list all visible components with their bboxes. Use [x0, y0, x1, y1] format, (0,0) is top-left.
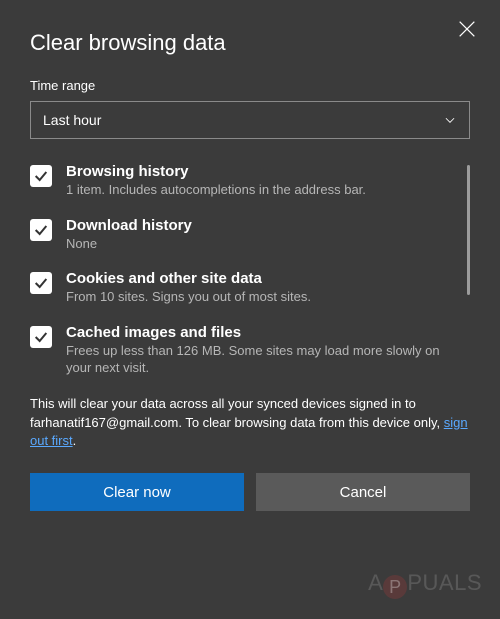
- option-desc: 1 item. Includes autocompletions in the …: [66, 181, 452, 199]
- time-range-value: Last hour: [43, 112, 101, 128]
- option-desc: Frees up less than 126 MB. Some sites ma…: [66, 342, 452, 377]
- checkbox-cached[interactable]: [30, 326, 52, 348]
- notice-text-2: .: [73, 433, 77, 448]
- checkbox-browsing-history[interactable]: [30, 165, 52, 187]
- checkmark-icon: [33, 329, 49, 345]
- time-range-select[interactable]: Last hour: [30, 101, 470, 139]
- option-cookies: Cookies and other site data From 10 site…: [30, 270, 452, 306]
- watermark-dot: P: [383, 575, 407, 599]
- checkmark-icon: [33, 275, 49, 291]
- clear-browsing-data-dialog: Clear browsing data Time range Last hour…: [0, 0, 500, 619]
- watermark-post: PUALS: [407, 570, 482, 595]
- close-icon: [456, 18, 478, 40]
- dialog-buttons: Clear now Cancel: [30, 473, 470, 511]
- checkmark-icon: [33, 222, 49, 238]
- notice-text-1: This will clear your data across all you…: [30, 396, 444, 430]
- watermark-pre: A: [368, 570, 383, 595]
- option-cached: Cached images and files Frees up less th…: [30, 324, 452, 377]
- dialog-title: Clear browsing data: [30, 30, 470, 56]
- sync-notice: This will clear your data across all you…: [30, 395, 470, 452]
- option-download-history: Download history None: [30, 217, 452, 253]
- close-button[interactable]: [456, 18, 478, 40]
- option-title: Download history: [66, 217, 452, 234]
- time-range-label: Time range: [30, 78, 470, 93]
- chevron-down-icon: [443, 113, 457, 127]
- option-title: Cached images and files: [66, 324, 452, 341]
- watermark: APPUALS: [368, 570, 482, 599]
- option-desc: From 10 sites. Signs you out of most sit…: [66, 288, 452, 306]
- option-browsing-history: Browsing history 1 item. Includes autoco…: [30, 163, 452, 199]
- scrollbar-thumb[interactable]: [467, 165, 470, 295]
- cancel-button[interactable]: Cancel: [256, 473, 470, 511]
- clear-now-button[interactable]: Clear now: [30, 473, 244, 511]
- option-title: Browsing history: [66, 163, 452, 180]
- option-desc: None: [66, 235, 452, 253]
- checkbox-cookies[interactable]: [30, 272, 52, 294]
- checkmark-icon: [33, 168, 49, 184]
- option-title: Cookies and other site data: [66, 270, 452, 287]
- checkbox-download-history[interactable]: [30, 219, 52, 241]
- options-list: Browsing history 1 item. Includes autoco…: [30, 163, 470, 377]
